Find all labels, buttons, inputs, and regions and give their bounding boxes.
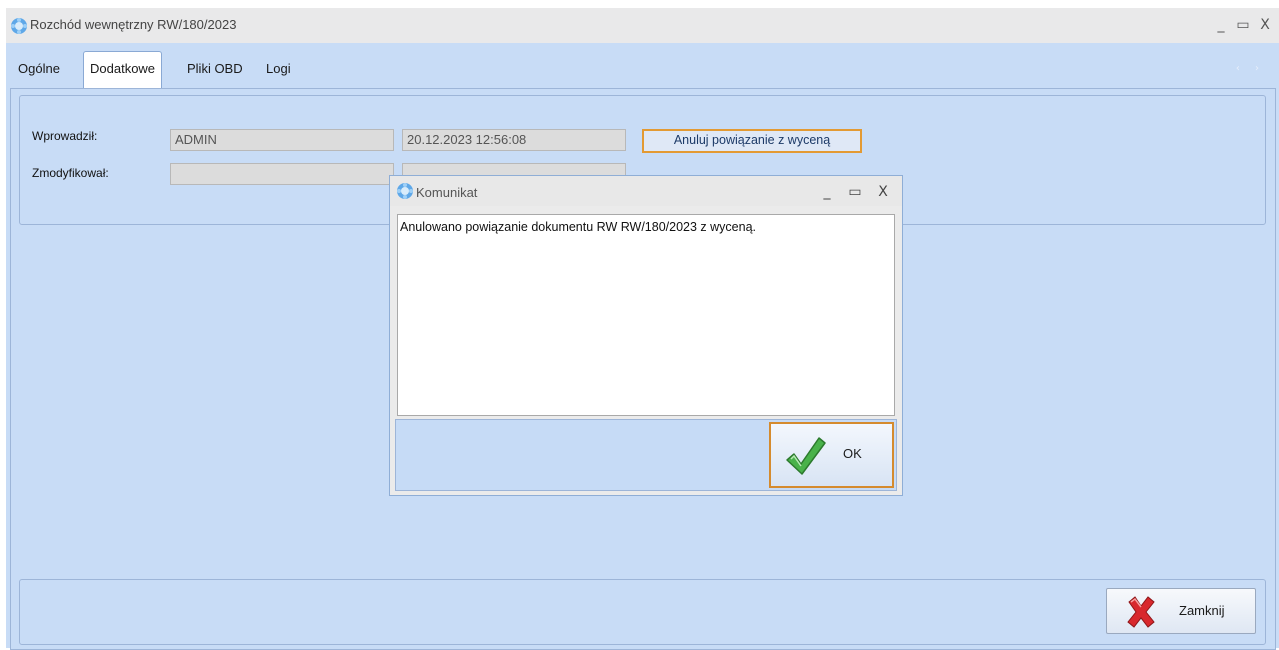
bottom-button-panel: Zamknij bbox=[19, 579, 1266, 645]
tab-dodatkowe[interactable]: Dodatkowe bbox=[83, 51, 163, 88]
dialog-maximize-button[interactable]: ▭ bbox=[846, 182, 864, 202]
close-button[interactable]: Zamknij bbox=[1106, 588, 1256, 634]
tab-scroll-arrows-icon[interactable]: ‹ › bbox=[1236, 63, 1265, 74]
tab-logi[interactable]: Logi bbox=[260, 52, 297, 86]
entered-by-field: ADMIN bbox=[170, 129, 394, 151]
close-window-button[interactable]: X bbox=[1255, 14, 1275, 36]
entered-by-label: Wprowadził: bbox=[32, 129, 98, 143]
tab-pliki-obd[interactable]: Pliki OBD bbox=[181, 52, 249, 86]
dialog-close-button[interactable]: X bbox=[874, 182, 892, 202]
tab-ogolne[interactable]: Ogólne bbox=[12, 52, 66, 86]
red-x-icon bbox=[1127, 596, 1155, 628]
dialog-button-panel: OK bbox=[395, 419, 897, 491]
minimize-button[interactable]: _ bbox=[1211, 14, 1231, 36]
ok-button[interactable]: OK bbox=[769, 422, 894, 488]
window-title: Rozchód wewnętrzny RW/180/2023 bbox=[30, 17, 237, 32]
dialog-message: Anulowano powiązanie dokumentu RW RW/180… bbox=[397, 214, 895, 416]
unlink-valuation-button[interactable]: Anuluj powiązanie z wyceną bbox=[642, 129, 862, 153]
close-button-label: Zamknij bbox=[1179, 603, 1225, 618]
tab-bar: Ogólne Dodatkowe Pliki OBD Logi ‹ › bbox=[6, 43, 1279, 88]
modified-by-label: Zmodyfikował: bbox=[32, 166, 109, 180]
message-dialog: Komunikat _ ▭ X Anulowano powiązanie dok… bbox=[389, 175, 903, 496]
green-check-icon bbox=[786, 437, 826, 475]
entered-date-field: 20.12.2023 12:56:08 bbox=[402, 129, 626, 151]
dialog-minimize-button[interactable]: _ bbox=[818, 182, 836, 202]
title-bar: Rozchód wewnętrzny RW/180/2023 _ ▭ X bbox=[6, 8, 1279, 43]
app-logo-icon bbox=[11, 18, 27, 34]
ok-button-label: OK bbox=[843, 446, 862, 461]
maximize-button[interactable]: ▭ bbox=[1233, 14, 1253, 36]
dialog-title-bar: Komunikat _ ▭ X bbox=[390, 176, 902, 206]
app-logo-icon bbox=[397, 183, 413, 199]
dialog-title: Komunikat bbox=[416, 185, 478, 200]
modified-by-field bbox=[170, 163, 394, 185]
